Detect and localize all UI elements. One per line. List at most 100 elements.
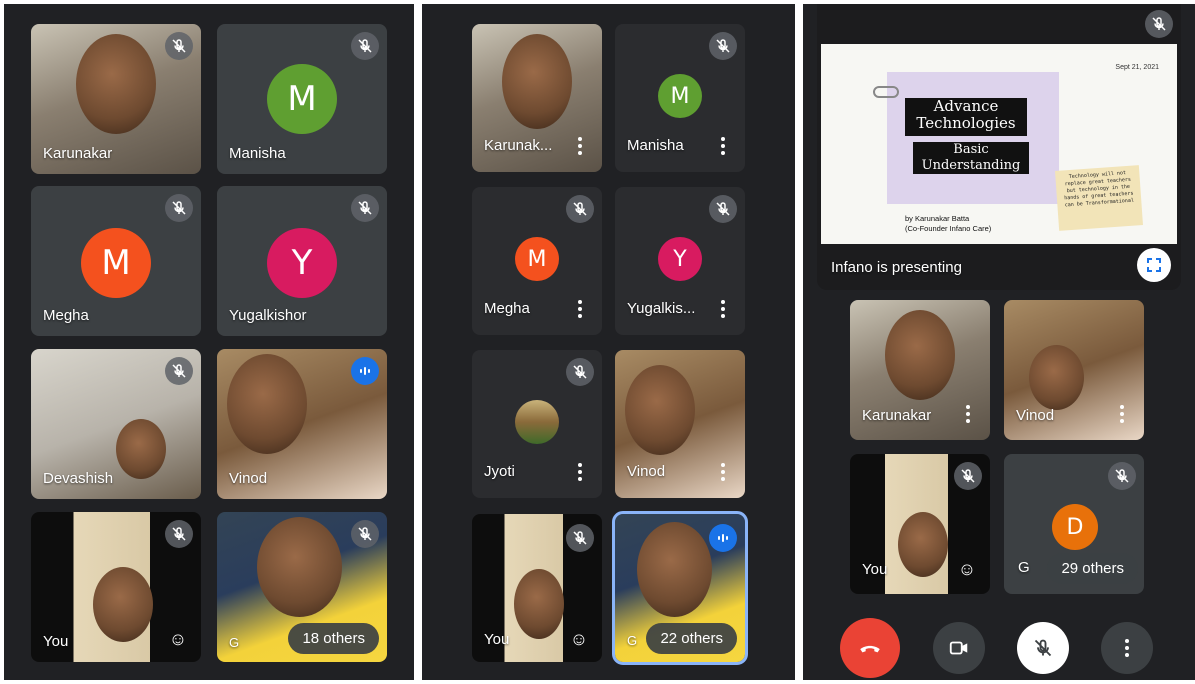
participant-tile-jyoti[interactable]: Jyoti — [472, 350, 602, 498]
participant-tile-you[interactable]: ☺ You — [472, 514, 602, 662]
mic-off-icon — [351, 194, 379, 222]
participant-tile-megha[interactable]: M Megha — [472, 187, 602, 335]
participant-name: Vinod — [1016, 407, 1055, 424]
slide-date: Sept 21, 2021 — [1115, 64, 1159, 71]
more-options-icon[interactable] — [962, 402, 974, 426]
participant-tile-manisha[interactable]: M Manisha — [615, 24, 745, 172]
participant-name: Karunakar — [862, 407, 932, 424]
participant-name: Yugalkis... — [627, 300, 696, 317]
participant-tile-megha[interactable]: M Megha — [31, 186, 201, 336]
participant-name: Vinod — [627, 463, 666, 480]
more-options-icon[interactable] — [717, 297, 729, 321]
mic-off-icon — [165, 520, 193, 548]
participant-video — [227, 354, 307, 454]
slide-subtitle-line2: Understanding — [921, 158, 1021, 173]
more-options-icon[interactable] — [574, 460, 586, 484]
participant-tile-you[interactable]: ☺ You — [850, 454, 990, 594]
meeting-presentation-view: Sept 21, 2021 Advance Technologies Basic… — [803, 4, 1195, 680]
participant-tile-you[interactable]: ☺ You — [31, 512, 201, 662]
mic-off-icon — [566, 524, 594, 552]
participant-name: G — [627, 633, 638, 648]
participant-video — [502, 34, 572, 129]
mic-off-icon — [351, 520, 379, 548]
participant-name: Yugalkishor — [229, 307, 307, 324]
mic-off-icon — [566, 358, 594, 386]
shared-slide: Sept 21, 2021 Advance Technologies Basic… — [821, 44, 1177, 244]
participant-name: Karunak... — [484, 137, 553, 154]
video-camera-icon — [949, 641, 968, 655]
visual-effects-icon[interactable]: ☺ — [165, 626, 191, 652]
avatar: Y — [267, 228, 337, 298]
phone-hangup-icon — [860, 645, 880, 653]
slide-title-line1: Advance — [933, 97, 999, 115]
speaking-indicator-icon — [351, 357, 379, 385]
fullscreen-button[interactable] — [1137, 248, 1171, 282]
slide-lavender-card — [887, 72, 1059, 204]
avatar: M — [81, 228, 151, 298]
more-options-icon[interactable] — [717, 134, 729, 158]
participant-video — [76, 34, 156, 134]
fullscreen-icon — [1147, 258, 1161, 272]
mic-off-icon — [709, 32, 737, 60]
avatar-photo — [515, 400, 559, 444]
participant-name: Megha — [43, 307, 89, 324]
slide-title-line2: Technologies — [916, 114, 1016, 132]
participant-video — [625, 365, 695, 455]
avatar: M — [267, 64, 337, 134]
participant-tile-others[interactable]: G 18 others — [217, 512, 387, 662]
participant-video — [885, 310, 955, 400]
slide-title-box: Advance Technologies — [905, 98, 1027, 136]
participant-name: You — [43, 633, 69, 650]
slide-subtitle-box: Basic Understanding — [911, 140, 1031, 176]
paper-clip-icon — [873, 86, 899, 98]
participant-name: You — [484, 631, 510, 648]
mic-off-icon — [165, 357, 193, 385]
slide-author: by Karunakar Batta (Co-Founder Infano Ca… — [905, 214, 991, 234]
participant-tile-devashish[interactable]: Devashish — [31, 349, 201, 499]
slide-author-line1: by Karunakar Batta — [905, 214, 970, 223]
participant-tile-vinod[interactable]: Vinod — [217, 349, 387, 499]
others-count-badge[interactable]: 18 others — [288, 623, 379, 654]
mic-off-icon — [1034, 639, 1052, 657]
mic-toggle-button[interactable] — [1017, 622, 1069, 674]
participant-tile-others[interactable]: G 22 others — [612, 511, 748, 665]
participant-name: Jyoti — [484, 463, 515, 480]
mic-off-icon — [1145, 10, 1173, 38]
others-count-badge[interactable]: 22 others — [646, 623, 737, 654]
more-options-icon[interactable] — [574, 297, 586, 321]
mic-off-icon — [351, 32, 379, 60]
participant-tile-yugalkishor[interactable]: Y Yugalkishor — [217, 186, 387, 336]
avatar: M — [515, 237, 559, 281]
participant-video — [898, 512, 948, 577]
participant-name: Manisha — [229, 145, 286, 162]
visual-effects-icon[interactable]: ☺ — [954, 556, 980, 582]
visual-effects-icon[interactable]: ☺ — [566, 626, 592, 652]
participant-tile-vinod[interactable]: Vinod — [615, 350, 745, 498]
participant-video — [116, 419, 166, 479]
participant-tile-karunakar[interactable]: Karunak... — [472, 24, 602, 172]
presentation-tile[interactable]: Sept 21, 2021 Advance Technologies Basic… — [817, 4, 1181, 290]
participant-tile-karunakar[interactable]: Karunakar — [850, 300, 990, 440]
avatar: D — [1052, 504, 1098, 550]
mic-off-icon — [709, 195, 737, 223]
meeting-grid-view-1: Karunakar M Manisha M Megha Y Yugalkisho… — [4, 4, 414, 680]
more-options-icon[interactable] — [574, 134, 586, 158]
participant-name: Vinod — [229, 470, 268, 487]
presenting-label: Infano is presenting — [831, 259, 962, 276]
participant-tile-others[interactable]: D G 29 others — [1004, 454, 1144, 594]
camera-toggle-button[interactable] — [933, 622, 985, 674]
avatar: M — [658, 74, 702, 118]
mic-off-icon — [566, 195, 594, 223]
participant-name: Devashish — [43, 470, 114, 487]
participant-tile-vinod[interactable]: Vinod — [1004, 300, 1144, 440]
participant-tile-manisha[interactable]: M Manisha — [217, 24, 387, 174]
mic-off-icon — [954, 462, 982, 490]
participant-tile-karunakar[interactable]: Karunakar — [31, 24, 201, 174]
others-count-badge[interactable]: 29 others — [1047, 553, 1138, 584]
more-options-icon[interactable] — [717, 460, 729, 484]
more-options-button[interactable] — [1101, 622, 1153, 674]
more-options-icon[interactable] — [1116, 402, 1128, 426]
end-call-button[interactable] — [840, 618, 900, 678]
participant-tile-yugalkishor[interactable]: Y Yugalkis... — [615, 187, 745, 335]
speaking-indicator-icon — [709, 524, 737, 552]
